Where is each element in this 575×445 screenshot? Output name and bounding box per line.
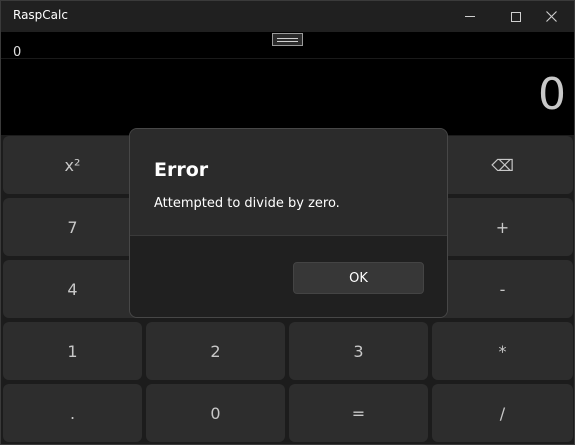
close-icon (545, 11, 557, 22)
multiply-button[interactable]: * (432, 322, 573, 380)
grip-line (277, 37, 298, 39)
minimize-icon (465, 16, 475, 17)
minimize-button[interactable] (447, 1, 493, 32)
three-button[interactable]: 3 (289, 322, 428, 380)
result-text: 0 (538, 69, 566, 120)
error-dialog: Error Attempted to divide by zero. OK (129, 128, 448, 318)
divide-button[interactable]: / (432, 384, 573, 442)
plus-button[interactable]: + (432, 198, 573, 256)
history-grip-handle[interactable] (272, 33, 303, 46)
one-button[interactable]: 1 (3, 322, 142, 380)
two-button[interactable]: 2 (146, 322, 285, 380)
grip-line (277, 40, 298, 42)
minus-button[interactable]: - (432, 260, 573, 318)
dialog-message: Attempted to divide by zero. (154, 196, 340, 211)
calculator-window: RaspCalc 0 0 x² ⌫ 7 + 4 - 1 2 3 * . 0 = … (0, 0, 575, 445)
four-button[interactable]: 4 (3, 260, 142, 318)
equals-button[interactable]: = (289, 384, 428, 442)
zero-button[interactable]: 0 (146, 384, 285, 442)
calculator-display: 0 0 (1, 32, 574, 135)
app-title: RaspCalc (13, 8, 68, 22)
seven-button[interactable]: 7 (3, 198, 142, 256)
ok-button[interactable]: OK (293, 262, 424, 294)
decimal-button[interactable]: . (3, 384, 142, 442)
dialog-footer: OK (130, 235, 447, 317)
maximize-icon (511, 11, 521, 22)
backspace-button[interactable]: ⌫ (432, 136, 573, 194)
dialog-title: Error (154, 159, 209, 181)
title-bar[interactable]: RaspCalc (1, 1, 574, 32)
dialog-content: Error Attempted to divide by zero. (130, 129, 447, 235)
close-button[interactable] (528, 1, 574, 32)
display-divider (1, 58, 574, 59)
square-button[interactable]: x² (3, 136, 142, 194)
